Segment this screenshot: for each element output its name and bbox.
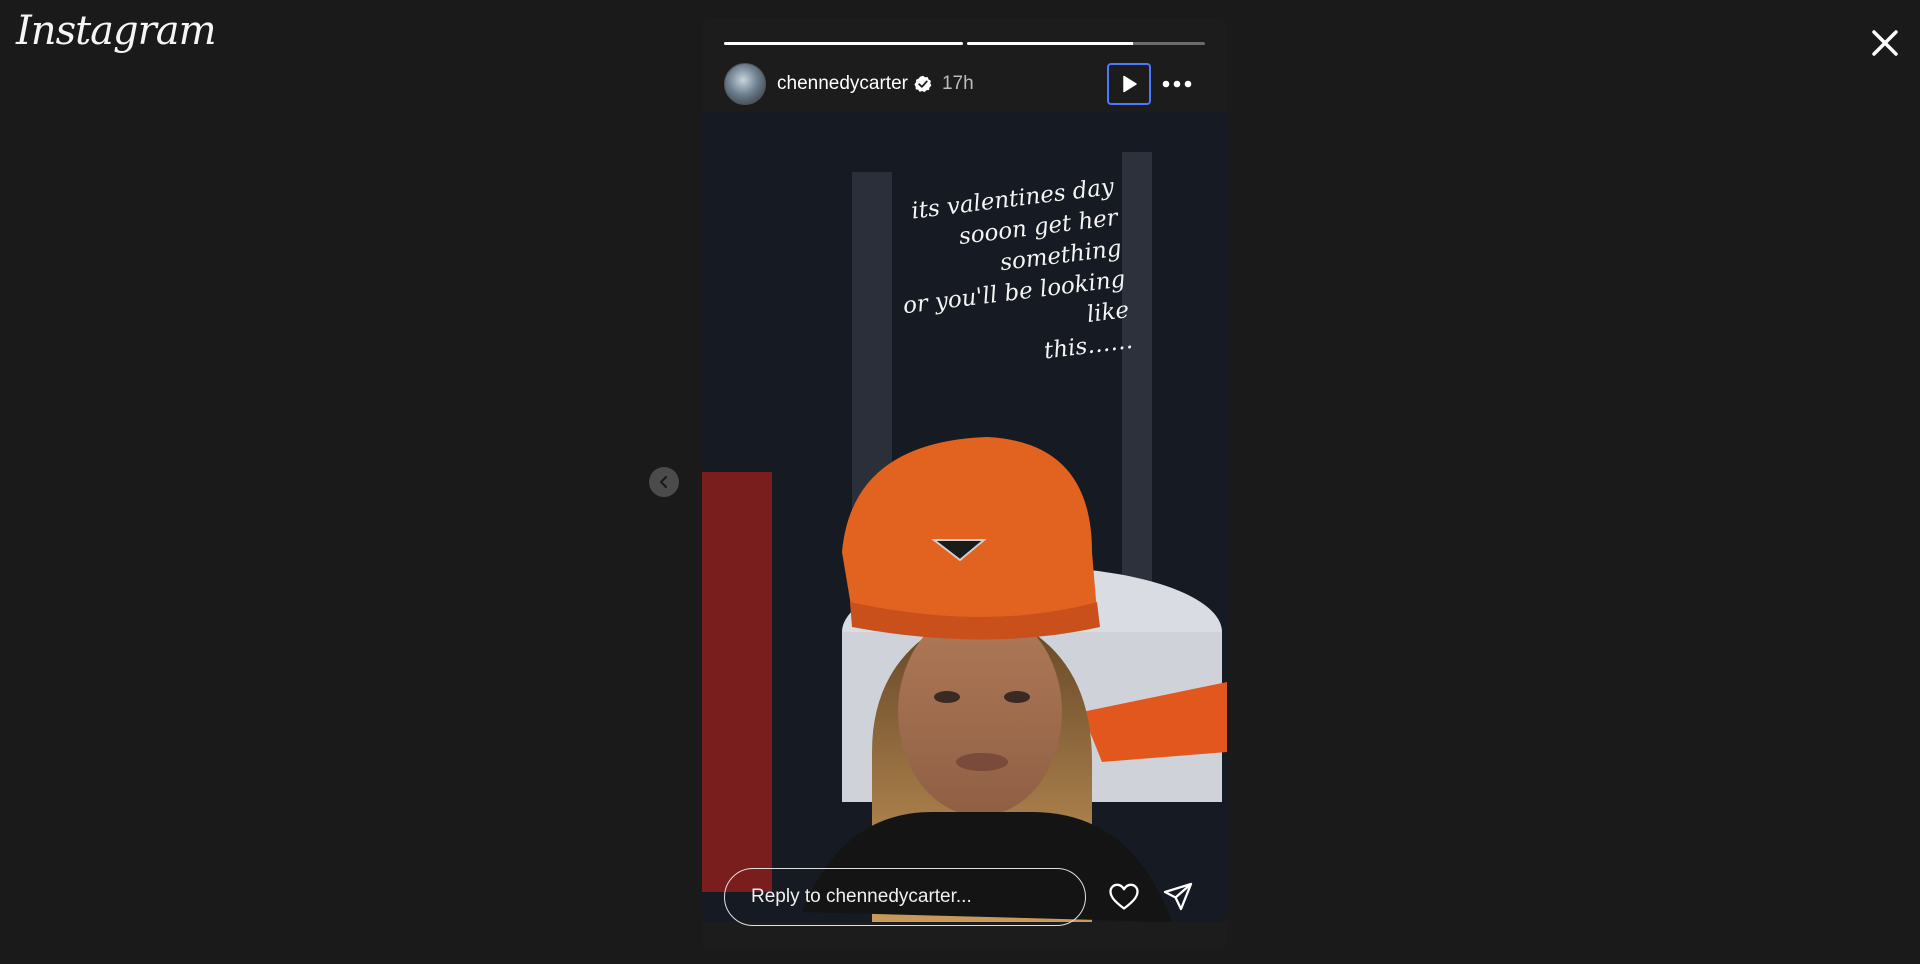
avatar[interactable]	[724, 63, 766, 105]
play-icon	[1123, 75, 1137, 93]
story-timestamp: 17h	[941, 73, 974, 94]
close-icon	[1872, 30, 1898, 56]
instagram-logo[interactable]: Instagram	[16, 8, 217, 54]
reply-bar	[724, 868, 1205, 926]
send-icon	[1163, 882, 1193, 911]
story-caption: its valentines day sooon get her somethi…	[901, 173, 1135, 365]
chevron-left-icon	[659, 475, 668, 489]
more-horizontal-icon	[1162, 80, 1192, 88]
heart-icon	[1109, 883, 1139, 910]
username-link[interactable]: chennedycarter	[777, 73, 908, 95]
story-media: its valentines day sooon get her somethi…	[702, 112, 1227, 922]
verified-badge-icon	[914, 75, 932, 93]
previous-story-button[interactable]	[649, 467, 679, 497]
reply-input[interactable]	[724, 868, 1086, 926]
progress-segment-1	[724, 42, 963, 45]
play-button[interactable]	[1107, 63, 1151, 105]
share-button[interactable]	[1162, 881, 1194, 913]
story-viewer[interactable]: its valentines day sooon get her somethi…	[702, 18, 1227, 947]
like-button[interactable]	[1108, 881, 1140, 913]
story-progress	[724, 42, 1205, 45]
progress-segment-2	[966, 42, 1205, 45]
close-button[interactable]	[1864, 22, 1906, 64]
more-options-button[interactable]	[1162, 69, 1192, 99]
progress-fill-1	[724, 42, 963, 45]
progress-fill-2	[966, 42, 1134, 45]
